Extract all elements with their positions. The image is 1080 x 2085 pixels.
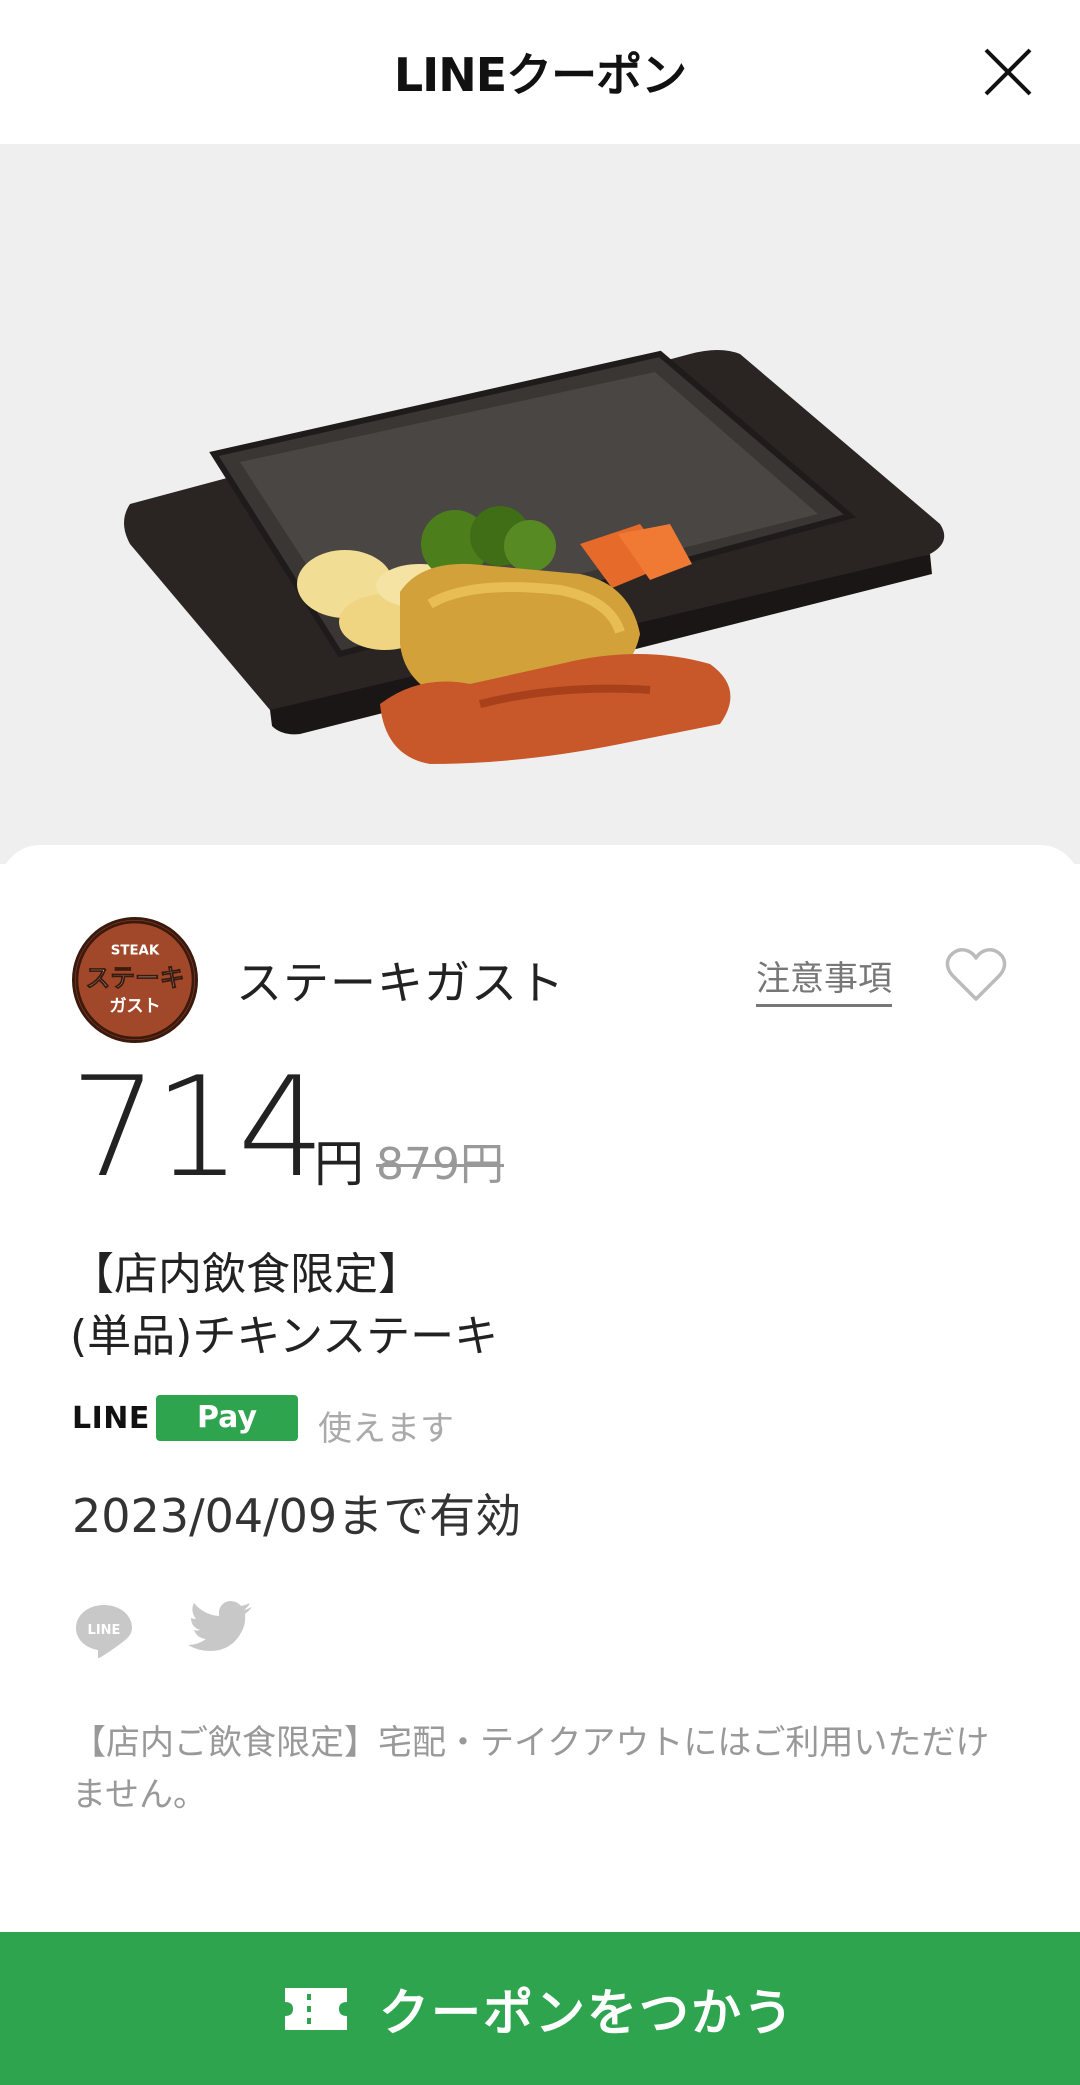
coupon-title-line2: (単品)チキンステーキ [70,1311,499,1362]
brand-row: STEAK ステーキ ガスト ステーキガスト 注意事項 [72,917,1012,1043]
validity-date: 2023/04/09まで有効 [72,1489,522,1543]
line-pay-usable: 使えます [318,1409,454,1449]
line-pay-logo-text: LINE [72,1401,150,1436]
svg-text:ステーキ: ステーキ [86,964,185,993]
app-header: LINEクーポン [0,0,1080,144]
line-pay-badge: Pay [156,1395,298,1441]
notes-link[interactable]: 注意事項 [756,951,892,1007]
svg-text:ガスト: ガスト [109,996,160,1016]
brand-logo: STEAK ステーキ ガスト [72,917,198,1043]
coupon-title-line1: 【店内飲食限定】 [70,1249,422,1300]
coupon-card: STEAK ステーキ ガスト ステーキガスト 注意事項 714 円 879円 【… [0,845,1080,2085]
close-icon[interactable] [980,44,1036,100]
price-unit: 円 [314,1135,364,1193]
svg-text:STEAK: STEAK [111,943,160,958]
twitter-share-icon[interactable] [186,1599,254,1659]
steak-plate-illustration [124,350,945,764]
usage-notice: 【店内ご飲食限定】宅配・テイクアウトにはご利用いただけません。 [72,1723,990,1815]
price-current: 714 [70,1047,325,1208]
use-coupon-button[interactable]: クーポンをつかう [0,1932,1080,2085]
line-share-icon-text: LINE [88,1623,121,1638]
coupon-hero-image [0,144,1080,864]
brand-name: ステーキガスト [236,956,565,1010]
price-row: 714 円 879円 [70,1058,970,1210]
line-share-icon[interactable]: LINE [72,1597,136,1661]
use-coupon-label: クーポンをつかう [379,1983,795,2042]
header-title: LINEクーポン [393,48,687,102]
ticket-icon [285,1987,347,2030]
price-original: 879円 [376,1139,504,1190]
heart-icon[interactable] [944,945,1008,1005]
